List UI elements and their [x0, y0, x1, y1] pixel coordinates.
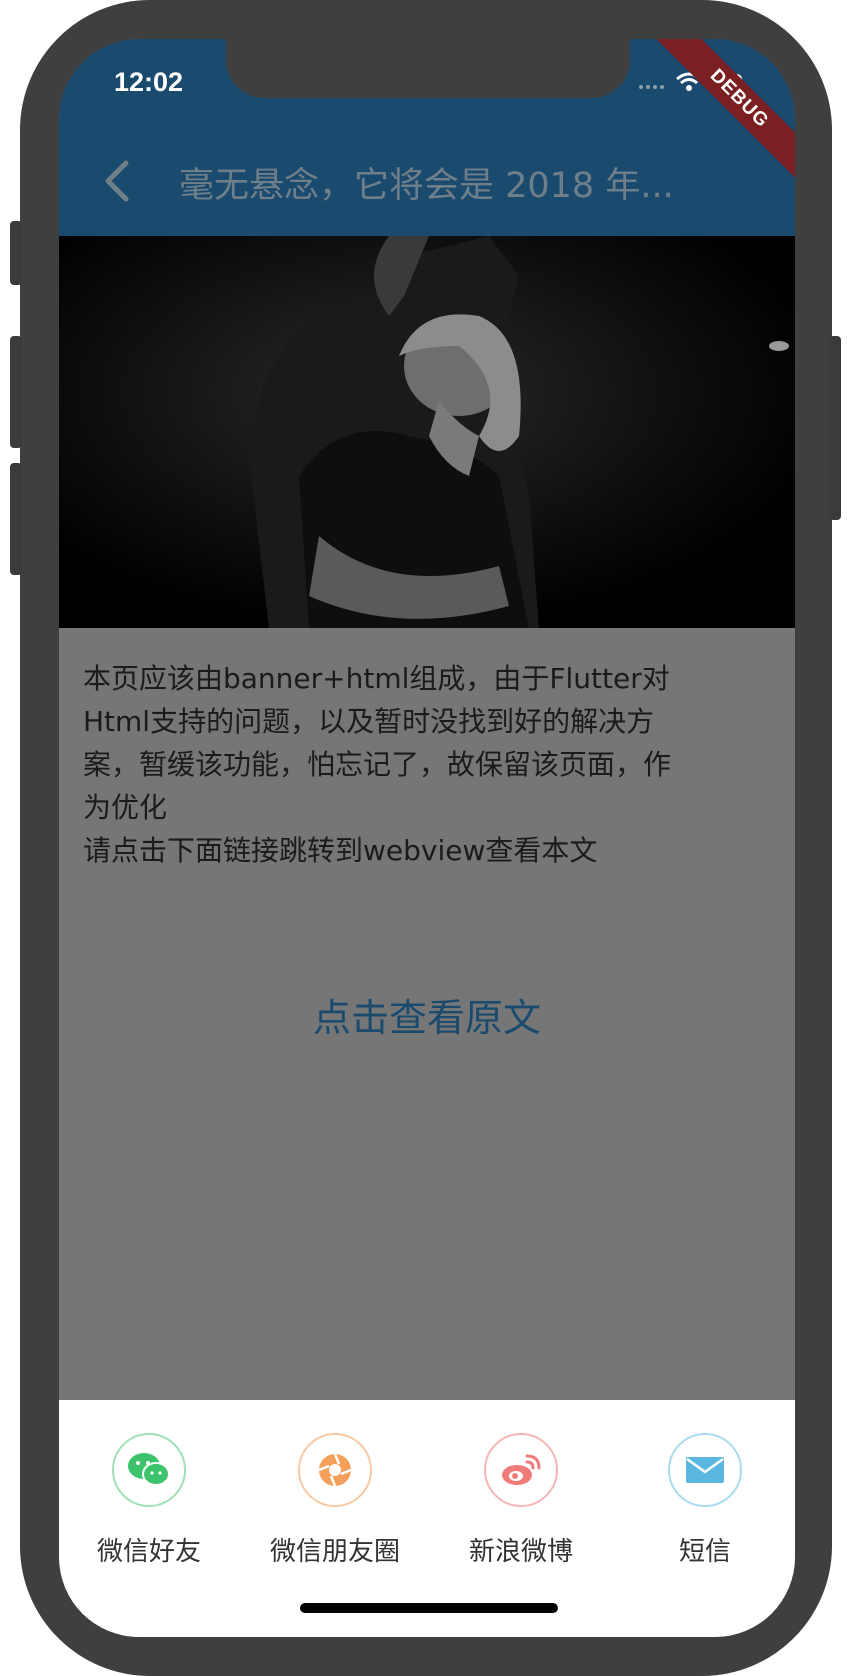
- banner-image: [59, 236, 795, 628]
- share-wechat-moments[interactable]: 微信朋友圈: [245, 1433, 425, 1568]
- screen: 12:02 DEBUG 毫无悬念，它将会是 2018 年... 本页应该由ban…: [59, 39, 795, 1637]
- page-title: 毫无悬念，它将会是 2018 年...: [179, 166, 674, 206]
- share-label: 短信: [678, 1537, 731, 1567]
- share-label: 微信朋友圈: [269, 1537, 400, 1567]
- power-button: [829, 336, 841, 520]
- content-line: 请点击下面链接跳转到webview查看本文: [83, 834, 598, 867]
- share-label: 新浪微博: [468, 1537, 573, 1567]
- sms-icon: [686, 1457, 724, 1483]
- back-button[interactable]: [95, 159, 139, 203]
- mute-switch: [10, 221, 22, 285]
- content-paragraph: 本页应该由banner+html组成，由于Flutter对 Html支持的问题，…: [83, 657, 763, 872]
- content-line: 案，暂缓该功能，怕忘记了，故保留该页面，作: [83, 748, 672, 781]
- share-weibo[interactable]: 新浪微博: [431, 1433, 611, 1568]
- share-circle: [668, 1433, 742, 1507]
- share-circle: [298, 1433, 372, 1507]
- moments-icon: [318, 1453, 352, 1487]
- share-wechat-friend[interactable]: 微信好友: [59, 1433, 239, 1568]
- content-line: 本页应该由banner+html组成，由于Flutter对: [83, 662, 670, 695]
- volume-down-button: [10, 463, 22, 575]
- share-sms[interactable]: 短信: [615, 1433, 795, 1568]
- content-line: Html支持的问题，以及暂时没找到好的解决方: [83, 705, 655, 738]
- share-circle: [484, 1433, 558, 1507]
- notch: [226, 39, 630, 98]
- home-indicator[interactable]: [300, 1603, 558, 1613]
- share-sheet: 微信好友 微信朋友圈 新浪微博 短信: [59, 1400, 795, 1637]
- weibo-icon: [502, 1454, 541, 1485]
- chevron-left-icon: [105, 160, 129, 202]
- volume-up-button: [10, 336, 22, 448]
- view-original-link[interactable]: 点击查看原文: [59, 987, 795, 1042]
- content-line: 为优化: [83, 791, 168, 824]
- app-bar: 12:02 DEBUG 毫无悬念，它将会是 2018 年...: [59, 39, 795, 236]
- status-time: 12:02: [114, 67, 184, 97]
- wechat-icon: [128, 1453, 170, 1486]
- share-circle: [112, 1433, 186, 1507]
- banner-photo: [59, 236, 795, 628]
- share-label: 微信好友: [96, 1537, 201, 1567]
